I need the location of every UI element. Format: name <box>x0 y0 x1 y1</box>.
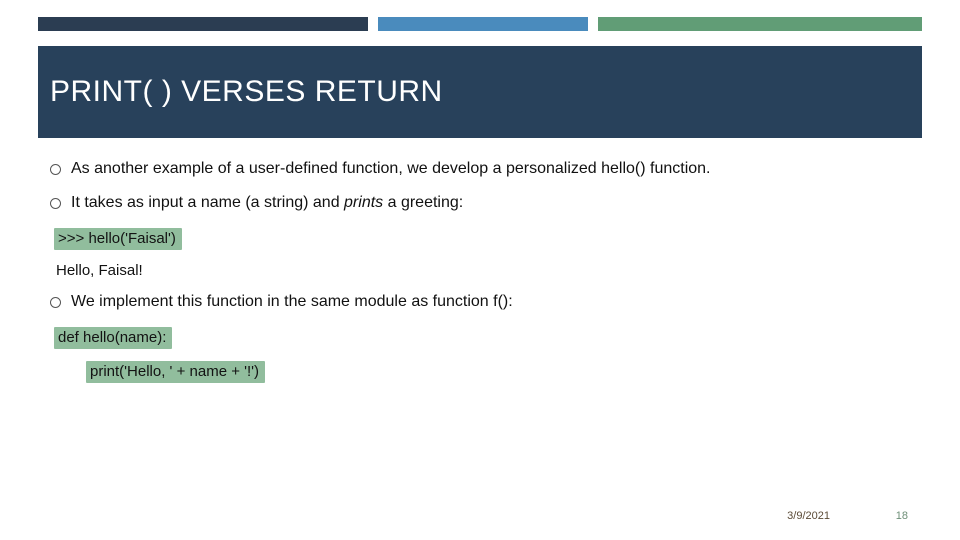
title-band: PRINT( ) VERSES RETURN <box>38 46 922 138</box>
bullet-text-pre: It takes as input a name (a string) and <box>71 194 344 211</box>
circle-bullet-icon <box>50 198 61 209</box>
footer-page-number: 18 <box>896 510 908 522</box>
code-line: def hello(name): <box>54 327 172 349</box>
code-output: Hello, Faisal! <box>56 262 910 279</box>
top-accent-bars <box>38 17 922 31</box>
code-example-call: >>> hello('Faisal') <box>54 228 910 250</box>
bullet-text: We implement this function in the same m… <box>71 293 513 311</box>
bullet-text-emphasis: prints <box>344 194 383 211</box>
slide-root: PRINT( ) VERSES RETURN As another exampl… <box>0 0 960 540</box>
slide-title: PRINT( ) VERSES RETURN <box>50 75 443 109</box>
bullet-item: We implement this function in the same m… <box>50 293 910 311</box>
bullet-item: It takes as input a name (a string) and … <box>50 194 910 212</box>
slide-body: As another example of a user-defined fun… <box>50 160 910 395</box>
code-line: >>> hello('Faisal') <box>54 228 182 250</box>
code-example-body: print('Hello, ' + name + '!') <box>86 361 910 383</box>
bullet-text: It takes as input a name (a string) and … <box>71 194 463 212</box>
code-example-def: def hello(name): <box>54 327 910 349</box>
circle-bullet-icon <box>50 164 61 175</box>
bullet-text: As another example of a user-defined fun… <box>71 160 711 178</box>
code-line: print('Hello, ' + name + '!') <box>86 361 265 383</box>
accent-bar-dark <box>38 17 368 31</box>
accent-bar-blue <box>378 17 588 31</box>
footer-date: 3/9/2021 <box>787 510 830 522</box>
circle-bullet-icon <box>50 297 61 308</box>
bullet-text-post: a greeting: <box>383 194 463 211</box>
bullet-item: As another example of a user-defined fun… <box>50 160 910 178</box>
accent-bar-green <box>598 17 922 31</box>
